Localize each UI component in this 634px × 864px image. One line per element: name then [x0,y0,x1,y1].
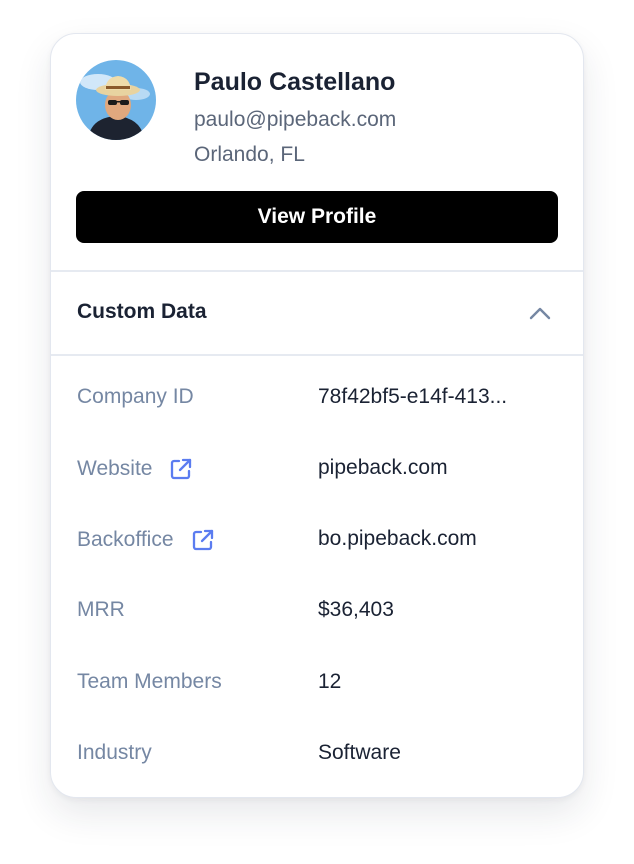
row-value: 78f42bf5-e14f-413... [318,385,508,408]
external-link-icon[interactable] [168,456,194,482]
custom-data-row-company-id: Company ID 78f42bf5-e14f-413... [51,379,583,419]
custom-data-header[interactable]: Custom Data [51,273,583,355]
contact-card: Paulo Castellano paulo@pipeback.com Orla… [50,33,584,798]
row-label: Industry [77,741,152,764]
row-label: Backoffice [77,528,174,551]
contact-name: Paulo Castellano [194,68,396,96]
custom-data-row-industry: Industry Software [51,735,583,775]
row-label: MRR [77,598,125,621]
custom-data-row-backoffice: Backoffice bo.pipeback.com [51,521,583,561]
divider [51,354,583,356]
avatar[interactable] [76,60,156,140]
divider [51,270,583,272]
contact-location: Orlando, FL [194,143,305,166]
custom-data-row-team-members: Team Members 12 [51,664,583,704]
row-value: bo.pipeback.com [318,527,477,550]
row-value: $36,403 [318,598,394,621]
external-link-icon[interactable] [190,527,216,553]
custom-data-row-mrr: MRR $36,403 [51,592,583,632]
contact-email: paulo@pipeback.com [194,108,397,131]
section-title: Custom Data [77,300,207,323]
row-label: Company ID [77,385,194,408]
chevron-up-icon[interactable] [527,303,553,325]
row-label: Website [77,457,153,480]
row-label: Team Members [77,670,222,693]
avatar-photo [76,60,156,140]
row-value: Software [318,741,401,764]
row-value: 12 [318,670,342,693]
view-profile-button[interactable]: View Profile [76,191,558,243]
row-value: pipeback.com [318,456,448,479]
custom-data-row-website: Website pipeback.com [51,450,583,490]
